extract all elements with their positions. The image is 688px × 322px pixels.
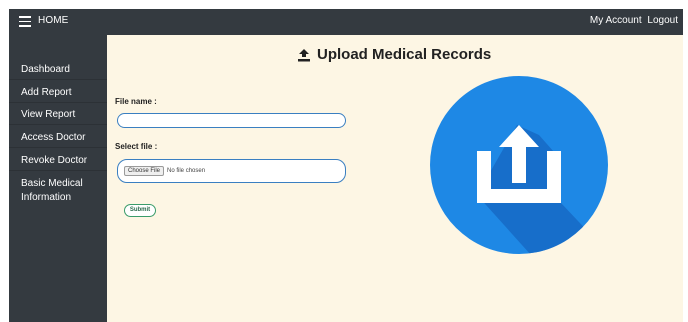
sidebar-item-revoke-doctor[interactable]: Revoke Doctor [9, 154, 107, 168]
upload-hero-icon [430, 76, 608, 254]
sidebar-divider [9, 147, 107, 148]
sidebar-item-view-report[interactable]: View Report [9, 108, 107, 122]
no-file-chosen-text: No file chosen [167, 168, 206, 174]
sidebar: Dashboard Add Report View Report Access … [9, 35, 107, 322]
my-account-link[interactable]: My Account [590, 15, 642, 26]
sidebar-divider [9, 124, 107, 125]
select-file-label: Select file : [115, 142, 158, 151]
file-picker[interactable]: Choose File No file chosen [117, 159, 346, 183]
top-links: My Account Logout [587, 15, 678, 26]
submit-button[interactable]: Submit [124, 204, 156, 217]
sidebar-item-basic-medical-information[interactable]: Basic Medical Information [9, 177, 89, 205]
page-title: Upload Medical Records [297, 46, 491, 63]
sidebar-item-add-report[interactable]: Add Report [9, 86, 107, 100]
file-name-input[interactable] [117, 113, 346, 128]
file-name-label: File name : [115, 97, 157, 106]
hamburger-menu-icon[interactable] [19, 16, 31, 28]
sidebar-item-access-doctor[interactable]: Access Doctor [9, 131, 107, 145]
logout-link[interactable]: Logout [647, 15, 678, 26]
home-link[interactable]: HOME [38, 15, 68, 26]
sidebar-divider [9, 170, 107, 171]
main-content: Upload Medical Records File name : Selec… [107, 35, 683, 322]
page-title-text: Upload Medical Records [317, 46, 492, 63]
top-navbar: HOME My Account Logout [9, 9, 683, 35]
sidebar-divider [9, 79, 107, 80]
upload-icon [298, 48, 310, 61]
choose-file-button[interactable]: Choose File [124, 166, 165, 176]
sidebar-divider [9, 102, 107, 103]
sidebar-item-dashboard[interactable]: Dashboard [9, 63, 107, 77]
